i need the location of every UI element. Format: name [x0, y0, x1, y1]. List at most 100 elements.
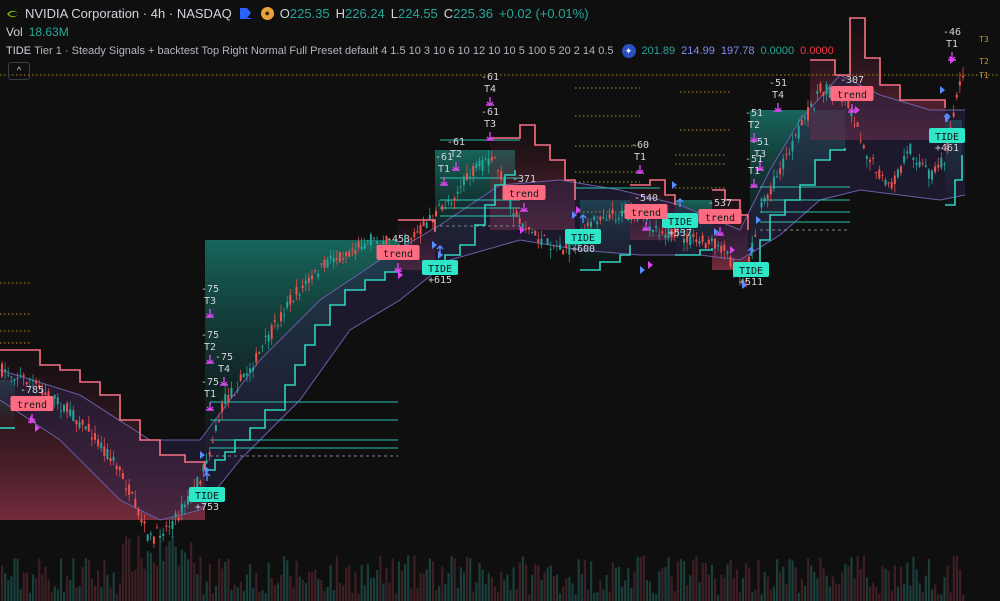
candle-body [100, 442, 103, 449]
candle-body [909, 143, 912, 155]
volume-label: Vol [6, 25, 23, 39]
candle-body [962, 75, 964, 78]
volume-bar [658, 571, 661, 601]
candle-body [97, 439, 100, 447]
candle-body [187, 495, 189, 505]
candle-body [258, 352, 261, 354]
candle-body [490, 156, 493, 161]
candle-body [931, 170, 933, 180]
volume-bar [22, 572, 25, 601]
volume-bar [546, 567, 549, 601]
volume-bar [559, 593, 562, 601]
symbol-name[interactable]: NVIDIA Corporation [25, 6, 139, 21]
volume-bar [617, 566, 621, 601]
candle-body [803, 117, 806, 120]
candle-body [614, 219, 617, 221]
candle-body [252, 367, 255, 372]
volume-bar [171, 535, 174, 601]
volume-bar [382, 583, 385, 601]
candle-body [376, 241, 379, 244]
volume-bar [896, 586, 900, 601]
volume-bar [788, 558, 791, 601]
volume-bar [388, 582, 391, 601]
volume-bar [121, 544, 125, 601]
candle-body [484, 159, 487, 161]
trend-badge-label: trend [509, 189, 539, 200]
volume-bar [453, 558, 456, 601]
volume-bar [441, 566, 444, 601]
candle-body [872, 157, 875, 159]
candle-body [233, 394, 236, 396]
candle-body [255, 353, 258, 363]
flag-icon[interactable] [239, 8, 251, 19]
volume-bar [887, 571, 890, 601]
tide-badge-label: TIDE [668, 217, 692, 228]
volume-bar [834, 583, 838, 601]
volume-legend[interactable]: Vol 18.63M [6, 25, 69, 39]
volume-bar [915, 569, 918, 601]
volume-bar [397, 561, 400, 601]
volume-bar [605, 574, 608, 601]
volume-bar [779, 571, 782, 601]
volume-bar [236, 587, 239, 601]
volume-bar [459, 567, 462, 601]
candle-body [351, 249, 354, 251]
volume-bar [351, 593, 354, 601]
change-value: +0.02 (+0.01%) [498, 6, 589, 21]
volume-bar [314, 569, 317, 601]
volume-bar [289, 576, 292, 601]
target-value: -61 [481, 107, 499, 118]
volume-bar [633, 571, 636, 601]
candle-body [760, 202, 763, 208]
target-tier: T4 [484, 84, 496, 95]
volume-bar [143, 568, 146, 601]
candle-body [115, 465, 118, 470]
trend-badge-label: trend [705, 213, 735, 224]
volume-bar [853, 578, 856, 601]
candle-body [512, 213, 515, 217]
tide-badge-label: TIDE [428, 264, 452, 275]
candle-body [84, 426, 87, 430]
candle-body [940, 157, 943, 168]
volume-bar [540, 580, 543, 601]
price-chart[interactable]: TIDE+753TIDE+615TIDE+600TIDE+537TIDE+511… [0, 0, 1000, 601]
candle-body [500, 171, 503, 180]
volume-bar [25, 572, 28, 601]
candle-body [717, 245, 720, 247]
volume-bar [109, 587, 112, 601]
volume-bar [81, 566, 84, 601]
candle-body [714, 238, 716, 249]
volume-bar [252, 588, 255, 601]
volume-bar [205, 581, 208, 601]
volume-bar [78, 586, 81, 601]
volume-bar [816, 578, 819, 601]
candle-body [807, 107, 809, 121]
candle-body [456, 191, 459, 194]
volume-bar [168, 541, 171, 601]
candle-body [466, 173, 468, 181]
volume-bar [869, 586, 872, 601]
earnings-icon[interactable]: ● [260, 7, 274, 20]
candle-body [779, 168, 782, 174]
volume-bar [335, 556, 338, 601]
volume-bar [872, 582, 875, 601]
volume-bar [614, 567, 617, 601]
volume-bar [859, 568, 862, 601]
volume-bar [565, 578, 568, 601]
collapse-legend-button[interactable]: ^ [8, 62, 30, 80]
timeframe[interactable]: 4h [151, 6, 165, 21]
target-value: -61 [435, 152, 453, 163]
candle-body [884, 179, 887, 185]
candle-body [236, 390, 239, 392]
volume-bar [177, 565, 180, 601]
candle-body [608, 214, 611, 219]
candle-body [896, 169, 899, 178]
indicator-settings-icon[interactable]: ✦ [621, 44, 636, 58]
trend-value: -785 [20, 385, 44, 396]
volume-bar [648, 581, 652, 601]
volume-bar [946, 565, 949, 601]
indicator-legend[interactable]: TIDE Tier 1 · Steady Signals + backtest … [6, 44, 834, 58]
candle-body [692, 234, 695, 237]
volume-bar [723, 577, 726, 601]
volume-bar [10, 576, 13, 601]
